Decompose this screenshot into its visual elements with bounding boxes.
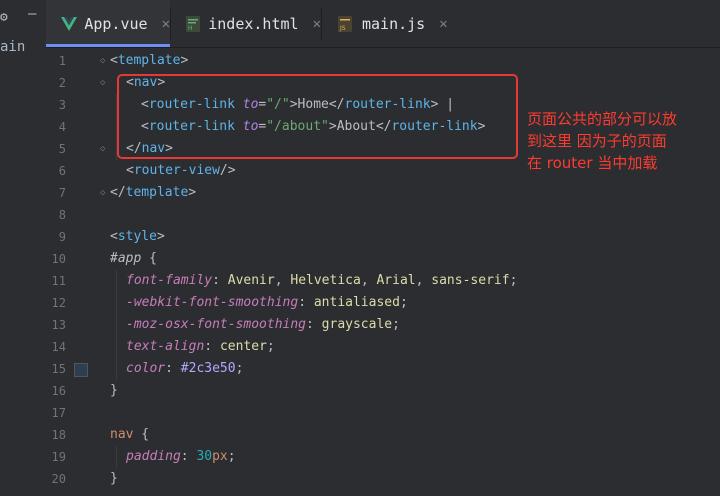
line-number: 10 <box>51 252 66 266</box>
line-number: 3 <box>58 98 66 112</box>
close-icon[interactable]: ✕ <box>313 16 321 32</box>
line-number: 8 <box>58 208 66 222</box>
code-line-11: font-family: Avenir, Helvetica, Arial, s… <box>126 273 518 288</box>
line-number: 9 <box>58 230 66 244</box>
tab-label: main.js <box>362 14 426 33</box>
annotation-highlight-box <box>117 74 518 159</box>
line-number: 14 <box>51 340 66 354</box>
annotation-line: 在 router 当中加载 <box>527 154 658 172</box>
line-number: 17 <box>51 406 66 420</box>
close-icon[interactable]: ✕ <box>162 16 170 32</box>
tab-label: index.html <box>208 14 299 33</box>
code-line-13: -moz-osx-font-smoothing: grayscale; <box>126 317 400 332</box>
code-line-19: padding: 30px; <box>126 449 236 464</box>
editor-tab-bar: App.vue ✕ H index.html ✕ JS main.js ✕ <box>46 0 720 48</box>
code-line-7: </template> <box>110 185 197 200</box>
minus-icon[interactable]: — <box>28 6 36 22</box>
fold-icon[interactable]: ◇ <box>100 50 105 72</box>
tab-app-vue[interactable]: App.vue ✕ <box>46 0 170 47</box>
code-line-14: text-align: center; <box>126 339 275 354</box>
line-number: 19 <box>51 450 66 464</box>
code-line-10: #app { <box>110 251 157 266</box>
line-number: 2 <box>58 76 66 90</box>
tab-index-html[interactable]: H index.html ✕ <box>171 0 321 47</box>
code-line-12: -webkit-font-smoothing: antialiased; <box>126 295 408 310</box>
code-line-15: color: #2c3e50; <box>126 361 244 376</box>
line-number: 5 <box>58 142 66 156</box>
fold-icon[interactable]: ◇ <box>100 182 105 204</box>
code-line-9: <style> <box>110 229 165 244</box>
svg-text:JS: JS <box>339 25 346 32</box>
line-number: 4 <box>58 120 66 134</box>
line-number: 18 <box>51 428 66 442</box>
code-line-20: } <box>110 471 118 486</box>
vue-icon <box>60 16 78 31</box>
svg-text:H: H <box>188 25 193 32</box>
fold-icon[interactable]: ◇ <box>100 72 105 94</box>
line-number: 6 <box>58 164 66 178</box>
project-label[interactable]: ain <box>0 39 25 55</box>
tab-label: App.vue <box>84 14 148 33</box>
close-icon[interactable]: ✕ <box>439 16 447 32</box>
line-number: 1 <box>58 54 66 68</box>
color-swatch-icon[interactable] <box>74 363 88 377</box>
annotation-note: 页面公共的部分可以放 到这里 因为子的页面 在 router 当中加载 <box>527 108 717 174</box>
line-gutter: 1 2 3 4 5 6 7 8 9 10 11 12 13 14 15 16 1… <box>46 48 106 496</box>
html-icon: H <box>183 15 202 32</box>
line-number: 15 <box>51 362 66 376</box>
annotation-line: 页面公共的部分可以放 <box>527 110 678 128</box>
project-tool-strip: ⚙ — ain <box>0 0 47 496</box>
js-icon: JS <box>334 15 356 32</box>
line-number: 12 <box>51 296 66 310</box>
gear-icon[interactable]: ⚙ <box>0 10 8 25</box>
code-line-18: nav { <box>110 427 150 442</box>
annotation-line: 到这里 因为子的页面 <box>527 132 667 150</box>
code-line-1: <template> <box>110 53 189 68</box>
line-number: 7 <box>58 186 66 200</box>
line-number: 11 <box>51 274 66 288</box>
line-number: 20 <box>51 472 66 486</box>
line-number: 13 <box>51 318 66 332</box>
tab-main-js[interactable]: JS main.js ✕ <box>322 0 448 47</box>
code-line-6: <router-view/> <box>126 163 236 178</box>
line-number: 16 <box>51 384 66 398</box>
code-line-16: } <box>110 383 118 398</box>
fold-icon[interactable]: ◇ <box>100 138 105 160</box>
